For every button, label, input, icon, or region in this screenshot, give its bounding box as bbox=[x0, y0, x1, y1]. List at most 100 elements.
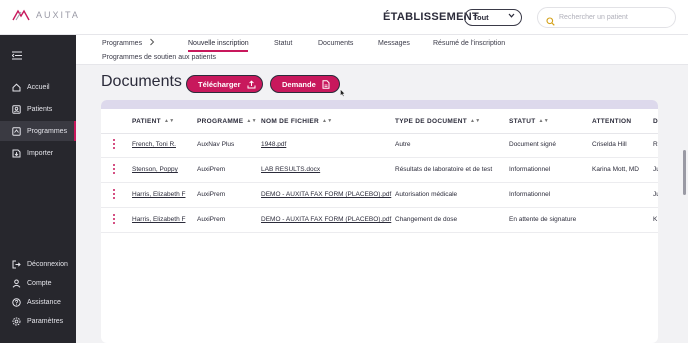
row-actions-icon[interactable] bbox=[113, 214, 116, 225]
tab-messages[interactable]: Messages bbox=[378, 40, 410, 47]
chevron-right-icon bbox=[149, 38, 155, 48]
patient-link[interactable]: Stenson, Poppy bbox=[132, 166, 178, 173]
filename-link[interactable]: 1948.pdf bbox=[261, 141, 286, 148]
logo-text: AUXITA bbox=[36, 10, 80, 20]
logout-icon bbox=[12, 260, 21, 268]
sidebar-item-compte[interactable]: Compte bbox=[0, 273, 76, 293]
document-type-cell: Autorisation médicale bbox=[395, 191, 458, 198]
column-header-attention[interactable]: ATTENTION bbox=[592, 118, 631, 125]
request-button-label: Demande bbox=[282, 79, 316, 89]
filename-link[interactable]: DEMO - AUXITA FAX FORM (PLACEBO).pdf bbox=[261, 216, 391, 223]
programme-cell: AuxiPrem bbox=[197, 191, 226, 198]
patient-search[interactable]: Rechercher un patient bbox=[537, 7, 676, 28]
sidebar-item-patients[interactable]: Patients bbox=[0, 99, 76, 119]
collapse-menu-icon[interactable] bbox=[11, 47, 23, 65]
sidebar-item-importer[interactable]: Importer bbox=[0, 143, 76, 163]
table-header-band bbox=[101, 100, 658, 109]
documents-table: PATIENT ▲▼ PROGRAMME ▲▼ NOM DE FICHIER ▲▼ T… bbox=[101, 100, 658, 343]
programme-cell: AuxNav Plus bbox=[197, 141, 235, 148]
help-icon bbox=[12, 297, 21, 307]
home-icon bbox=[12, 83, 21, 91]
status-cell: En attente de signature bbox=[509, 216, 577, 223]
programme-cell: AuxiPrem bbox=[197, 166, 226, 173]
sidebar-item-label: Programmes bbox=[27, 127, 68, 135]
column-header-patient[interactable]: PATIENT ▲▼ bbox=[132, 118, 174, 125]
sidebar-item-label: Compte bbox=[27, 279, 52, 287]
search-placeholder: Rechercher un patient bbox=[559, 14, 628, 21]
truncated-cell: Ju bbox=[653, 166, 658, 173]
patients-icon bbox=[12, 104, 21, 114]
patient-link[interactable]: Harris, Elizabeth F bbox=[132, 216, 185, 223]
page-scrollbar[interactable] bbox=[683, 150, 686, 195]
logo-mark-icon bbox=[12, 9, 30, 21]
request-button[interactable]: Demande bbox=[270, 75, 340, 93]
patient-link[interactable]: Harris, Elizabeth F bbox=[132, 191, 185, 198]
status-cell: Informationnel bbox=[509, 166, 551, 173]
auxita-logo[interactable]: AUXITA bbox=[12, 9, 80, 21]
etablissement-select[interactable]: Tout bbox=[464, 9, 522, 26]
column-header-truncated[interactable]: D bbox=[653, 118, 658, 125]
truncated-cell: Ju bbox=[653, 191, 658, 198]
document-type-cell: Autre bbox=[395, 141, 411, 148]
attention-cell: Criselda Hill bbox=[592, 141, 627, 148]
download-button-label: Télécharger bbox=[198, 79, 241, 89]
column-header-type-document[interactable]: TYPE DE DOCUMENT ▲▼ bbox=[395, 118, 480, 125]
download-button[interactable]: Télécharger bbox=[186, 75, 263, 93]
document-type-cell: Changement de dose bbox=[395, 216, 458, 223]
table-row: French, Toni R. AuxNav Plus 1948.pdf Aut… bbox=[101, 133, 658, 158]
tab-documents[interactable]: Documents bbox=[318, 40, 353, 47]
table-row: Harris, Elizabeth F AuxiPrem DEMO - AUXI… bbox=[101, 183, 658, 208]
sidebar-item-label: Importer bbox=[27, 149, 54, 157]
status-cell: Informationnel bbox=[509, 191, 551, 198]
sort-icon: ▲▼ bbox=[469, 118, 481, 124]
row-actions-icon[interactable] bbox=[113, 189, 116, 200]
sidebar-item-parametres[interactable]: Paramètres bbox=[0, 311, 76, 331]
sidebar: Accueil Patients Programmes Importer Déc… bbox=[0, 35, 76, 343]
table-header: PATIENT ▲▼ PROGRAMME ▲▼ NOM DE FICHIER ▲▼ T… bbox=[101, 109, 658, 134]
sidebar-item-deconnexion[interactable]: Déconnexion bbox=[0, 254, 76, 274]
sidebar-item-label: Déconnexion bbox=[27, 260, 68, 268]
top-header: AUXITA ÉTABLISSEMENT Tout Rechercher un … bbox=[0, 0, 688, 35]
sidebar-item-label: Assistance bbox=[27, 298, 61, 306]
sort-icon: ▲▼ bbox=[163, 118, 175, 124]
document-type-cell: Résultats de laboratoire et de test bbox=[395, 166, 493, 173]
sidebar-item-accueil[interactable]: Accueil bbox=[0, 77, 76, 97]
tab-nouvelle-inscription[interactable]: Nouvelle inscription bbox=[188, 40, 249, 47]
table-row: Harris, Elizabeth F AuxiPrem DEMO - AUXI… bbox=[101, 208, 658, 233]
patient-link[interactable]: French, Toni R. bbox=[132, 141, 176, 148]
programme-cell: AuxiPrem bbox=[197, 216, 226, 223]
sidebar-item-label: Paramètres bbox=[27, 317, 64, 325]
sort-icon: ▲▼ bbox=[322, 118, 333, 124]
etablissement-value: Tout bbox=[473, 13, 489, 22]
tab-statut[interactable]: Statut bbox=[274, 40, 292, 47]
import-icon bbox=[12, 149, 21, 157]
column-header-nom-fichier[interactable]: NOM DE FICHIER ▲▼ bbox=[261, 118, 333, 125]
table-row: Stenson, Poppy AuxiPrem LAB RESULTS.docx… bbox=[101, 158, 658, 183]
truncated-cell: K bbox=[653, 216, 658, 223]
status-cell: Document signé bbox=[509, 141, 556, 148]
sidebar-item-assistance[interactable]: Assistance bbox=[0, 292, 76, 312]
programmes-soutien-link[interactable]: Programmes de soutien aux patients bbox=[102, 54, 216, 61]
page-title: Documents bbox=[101, 73, 182, 90]
column-header-statut[interactable]: STATUT ▲▼ bbox=[509, 118, 549, 125]
user-icon bbox=[12, 279, 21, 288]
search-icon bbox=[546, 13, 555, 31]
chevron-down-icon bbox=[508, 12, 515, 21]
breadcrumb-programmes[interactable]: Programmes bbox=[102, 40, 142, 47]
row-actions-icon[interactable] bbox=[113, 164, 116, 175]
active-tab-indicator bbox=[188, 50, 248, 52]
sidebar-item-label: Patients bbox=[27, 105, 53, 113]
programs-icon bbox=[12, 126, 21, 136]
sidebar-item-programmes[interactable]: Programmes bbox=[0, 121, 76, 141]
sidebar-item-label: Accueil bbox=[27, 83, 50, 91]
row-actions-icon[interactable] bbox=[113, 139, 116, 150]
gear-icon bbox=[12, 317, 21, 325]
document-icon bbox=[322, 79, 330, 89]
attention-cell: Karina Mott, MD bbox=[592, 166, 639, 173]
tab-resume-inscription[interactable]: Résumé de l'inscription bbox=[433, 40, 505, 47]
filename-link[interactable]: LAB RESULTS.docx bbox=[261, 166, 320, 173]
sort-icon: ▲▼ bbox=[246, 118, 257, 124]
column-header-programme[interactable]: PROGRAMME ▲▼ bbox=[197, 118, 257, 125]
upload-icon bbox=[247, 80, 256, 88]
filename-link[interactable]: DEMO - AUXITA FAX FORM (PLACEBO).pdf bbox=[261, 191, 391, 198]
